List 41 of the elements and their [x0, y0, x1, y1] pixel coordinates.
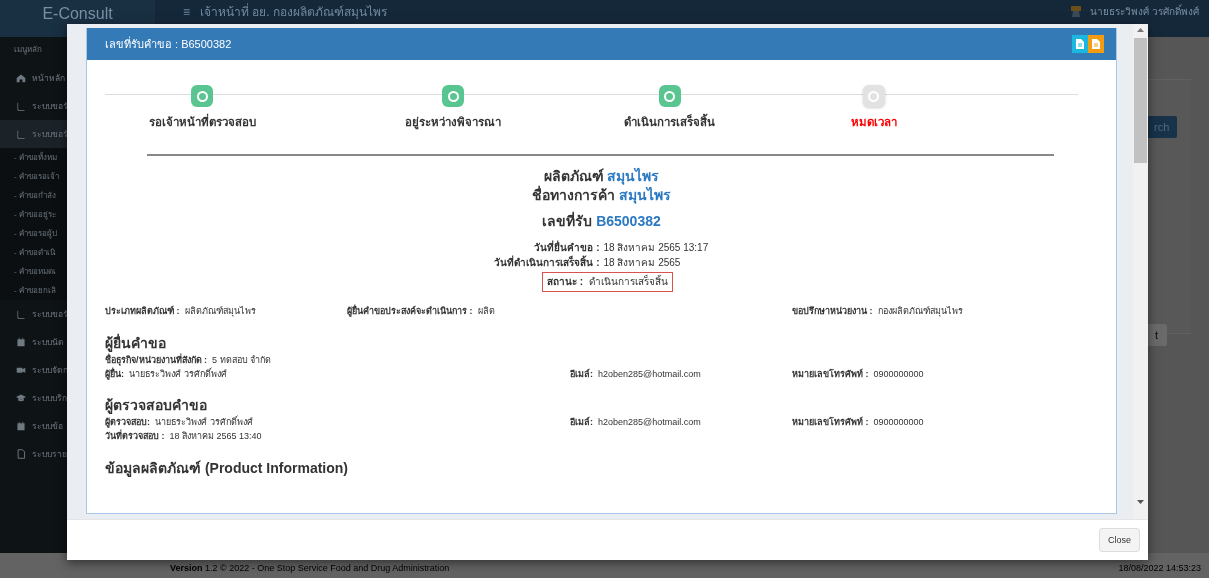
footer-version: Version 1.2 © 2022 - One Stop Service Food and Drug Administration	[170, 563, 450, 573]
field-label: ผู้ยื่น:	[105, 368, 124, 380]
field-value: 0900000000	[873, 417, 924, 428]
field-value: 0900000000	[873, 368, 924, 380]
field-label: วันที่ตรวจสอบ :	[105, 430, 165, 442]
field-label: อีเมล์:	[570, 417, 593, 428]
step-label: อยู่ระหว่างพิจารณา	[405, 116, 502, 130]
field-value: กองผลิตภัณฑ์สมุนไพร	[877, 306, 963, 317]
date-label: วันที่ยื่นคำขอ :	[533, 242, 600, 255]
step-label: หมดเวลา	[850, 116, 897, 130]
field-label: อีเมล์:	[570, 368, 593, 380]
date-value: 18 สิงหาคม 2565 13:17	[603, 242, 710, 255]
field-value: h2oben285@hotmail.com	[598, 417, 701, 428]
trade-name: ชื่อทางการค้า สมุนไพร	[532, 186, 671, 204]
field-value: h2oben285@hotmail.com	[598, 368, 701, 380]
date-label: วันที่ดำเนินการเสร็จสิ้น :	[493, 257, 600, 270]
sidebar-heading: เมนูหลัก	[14, 44, 42, 56]
field-label: หมายเลขโทรศัพท์ :	[792, 417, 869, 428]
field-label: หมายเลขโทรศัพท์ :	[792, 368, 869, 380]
field-label: ขอปรึกษาหน่วยงาน :	[792, 306, 873, 317]
section-title: ผู้ยื่นคำขอ	[105, 335, 167, 352]
product-name: ผลิตภัณฑ์ สมุนไพร	[543, 167, 660, 185]
section-title: ผู้ตรวจสอบคำขอ	[105, 397, 208, 415]
field-value: 5 ทดสอบ จำกัด	[212, 354, 271, 366]
field-label: ผู้ยื่นคำขอประสงค์จะดำเนินการ :	[347, 306, 473, 317]
field-value: 18 สิงหาคม 2565 13:40	[169, 430, 262, 442]
field-value: ผลิต	[477, 306, 495, 317]
field-label: ผู้ตรวจสอบ:	[105, 417, 150, 428]
field-value: นายธระวิพงศ์ วรศักดิ์พงศ์	[129, 368, 227, 380]
date-value: 18 สิงหาคม 2565	[603, 257, 682, 270]
status-value: ดำเนินการเสร็จสิ้น	[589, 276, 669, 289]
receipt-number: เลขที่รับ B6500382	[542, 213, 661, 231]
field-label: ประเภทผลิตภัณฑ์ :	[105, 306, 180, 317]
footer-timestamp: 18/08/2022 14:53:23	[1118, 563, 1201, 573]
field-value: นายธระวิพงศ์ วรศักดิ์พงศ์	[155, 417, 253, 428]
header-title: เจ้าหน้าที่ อย. กองผลิตภัณฑ์สมุนไพร	[200, 2, 388, 21]
section-title: ข้อมูลผลิตภัณฑ์ (Product Information)	[105, 459, 349, 477]
field-value: ผลิตภัณฑ์สมุนไพร	[184, 306, 256, 317]
field-label: ชื่อธุรกิจ/หน่วยงานที่สังกัด :	[105, 354, 207, 366]
status-label: สถานะ :	[546, 276, 584, 289]
modal-title: เลขที่รับคำขอ : B6500382	[105, 35, 232, 52]
